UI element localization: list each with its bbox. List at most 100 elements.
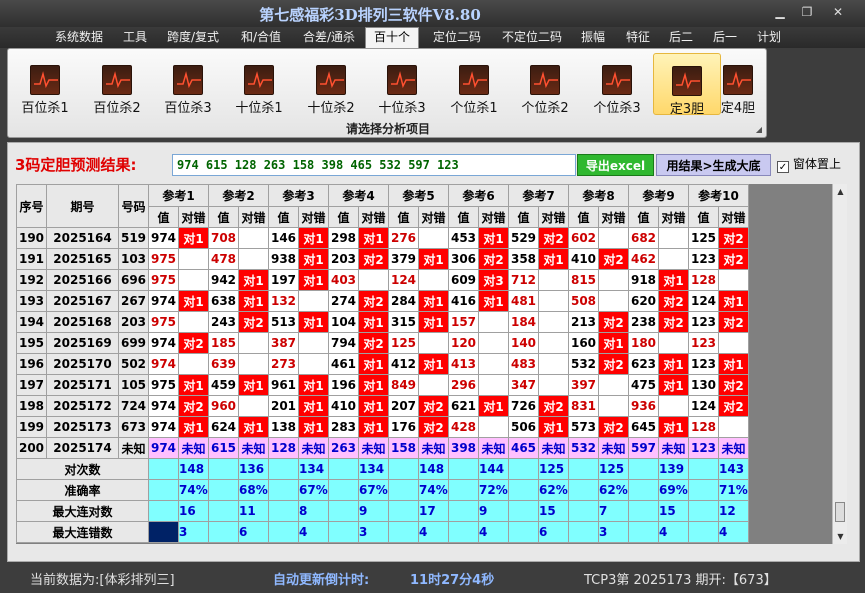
cell-code: 203: [118, 311, 149, 333]
cell-seq: 193: [16, 290, 47, 312]
cell-mark: [538, 311, 569, 333]
cell-value: 974: [148, 332, 179, 354]
menu-item[interactable]: 不定位二码: [502, 28, 562, 48]
ribbon-button[interactable]: 十位杀3: [368, 53, 436, 116]
cell-value: 123: [688, 311, 719, 333]
menu-item[interactable]: 后一: [713, 28, 737, 48]
menu-item[interactable]: 百十个: [365, 27, 420, 49]
cell-value: 284: [388, 290, 419, 312]
scroll-up-icon[interactable]: ▲: [833, 184, 848, 199]
ribbon-button[interactable]: 百位杀1: [11, 53, 79, 116]
cell-mark: [478, 416, 509, 438]
cell-mark: [478, 311, 509, 333]
ribbon-button[interactable]: 个位杀3: [583, 53, 651, 116]
cell-value: 815: [568, 269, 599, 291]
ribbon-button[interactable]: 定4胆: [713, 53, 763, 116]
scroll-thumb[interactable]: [835, 502, 845, 522]
cell-value: 597: [628, 437, 659, 459]
header-val: 值: [688, 206, 719, 228]
vertical-scrollbar[interactable]: ▲ ▼: [832, 184, 847, 544]
cell-value: 125: [388, 332, 419, 354]
ribbon-button[interactable]: 十位杀1: [225, 53, 293, 116]
countdown-value: 11时27分4秒: [410, 573, 495, 588]
stat-value: 148: [178, 458, 209, 480]
close-icon[interactable]: ✕: [828, 4, 848, 20]
cell-issue: 2025168: [46, 311, 119, 333]
cell-mark: 对2: [538, 227, 569, 249]
menu-item[interactable]: 振幅: [581, 28, 605, 48]
ribbon-button[interactable]: 个位杀2: [511, 53, 579, 116]
chart-icon: [602, 65, 632, 95]
maximize-icon[interactable]: ❐: [797, 4, 817, 20]
ribbon-button[interactable]: 个位杀1: [440, 53, 508, 116]
ribbon-launcher-icon[interactable]: ◢: [756, 125, 762, 134]
cell-mark: 未知: [358, 437, 389, 459]
cell-mark: 对1: [298, 248, 329, 270]
checkbox-icon[interactable]: ✓: [777, 161, 789, 173]
cell-mark: [238, 395, 269, 417]
cell-seq: 198: [16, 395, 47, 417]
cell-mark: 对1: [178, 227, 209, 249]
generate-base-button[interactable]: 用结果>生成大底: [656, 154, 771, 176]
menu-item[interactable]: 后二: [669, 28, 693, 48]
stat-pad: [508, 458, 539, 480]
chart-icon: [723, 65, 753, 95]
topmost-checkbox[interactable]: ✓ 窗体置上: [777, 155, 841, 173]
ribbon-button[interactable]: 定3胆: [653, 53, 721, 117]
header-ref: 参考8: [568, 184, 629, 207]
menu-item[interactable]: 特征: [626, 28, 650, 48]
menu-item[interactable]: 计划: [757, 28, 781, 48]
stat-pad: [268, 458, 299, 480]
cell-mark: 对1: [238, 269, 269, 291]
cell-issue: 2025174: [46, 437, 119, 459]
cell-mark: [658, 395, 689, 417]
minimize-icon[interactable]: ▁: [770, 4, 790, 20]
header-mark: 对错: [538, 206, 569, 228]
cell-value: 276: [388, 227, 419, 249]
header-val: 值: [568, 206, 599, 228]
stat-pad: [268, 479, 299, 501]
ribbon-button[interactable]: 十位杀2: [297, 53, 365, 116]
header-mark: 对错: [178, 206, 209, 228]
cell-mark: 对1: [358, 227, 389, 249]
stat-value: 3: [358, 521, 389, 543]
header-ref: 参考2: [208, 184, 269, 207]
latest-draw-text: TCP3第 2025173 期开:【673】: [584, 573, 777, 588]
cell-mark: 对1: [418, 311, 449, 333]
menu-item[interactable]: 合差/通杀: [303, 28, 355, 48]
cell-code: 696: [118, 269, 149, 291]
cell-mark: 对2: [598, 416, 629, 438]
cell-value: 243: [208, 311, 239, 333]
stat-value: 134: [358, 458, 389, 480]
stat-value: 7: [598, 500, 629, 522]
menu-item[interactable]: 定位二码: [433, 28, 481, 48]
cell-value: 416: [448, 290, 479, 312]
stat-value: 67%: [298, 479, 329, 501]
stat-pad: [448, 500, 479, 522]
header-ref: 参考1: [148, 184, 209, 207]
cell-mark: 对1: [478, 290, 509, 312]
cell-seq: 199: [16, 416, 47, 438]
menu-item[interactable]: 和/合值: [241, 28, 281, 48]
cell-value: 128: [688, 416, 719, 438]
cell-seq: 197: [16, 374, 47, 396]
current-data-text: 当前数据为:[体彩排列三]: [30, 573, 175, 588]
stat-label: 准确率: [16, 479, 149, 501]
cell-mark: [598, 227, 629, 249]
result-field[interactable]: 974 615 128 263 158 398 465 532 597 123: [172, 154, 576, 176]
ribbon-button[interactable]: 百位杀2: [83, 53, 151, 116]
stat-value: 9: [478, 500, 509, 522]
cell-mark: [658, 227, 689, 249]
menu-item[interactable]: 跨度/复式: [167, 28, 219, 48]
scroll-down-icon[interactable]: ▼: [833, 529, 848, 544]
ribbon-button-label: 十位杀3: [378, 101, 426, 116]
cell-mark: 对1: [718, 290, 749, 312]
menu-item[interactable]: 工具: [123, 28, 147, 48]
stat-value: 4: [298, 521, 329, 543]
ribbon-button[interactable]: 百位杀3: [154, 53, 222, 116]
cell-mark: 对1: [418, 290, 449, 312]
export-excel-button[interactable]: 导出excel: [577, 154, 654, 176]
cell-value: 615: [208, 437, 239, 459]
cell-value: 124: [688, 395, 719, 417]
menu-item[interactable]: 系统数据: [55, 28, 103, 48]
